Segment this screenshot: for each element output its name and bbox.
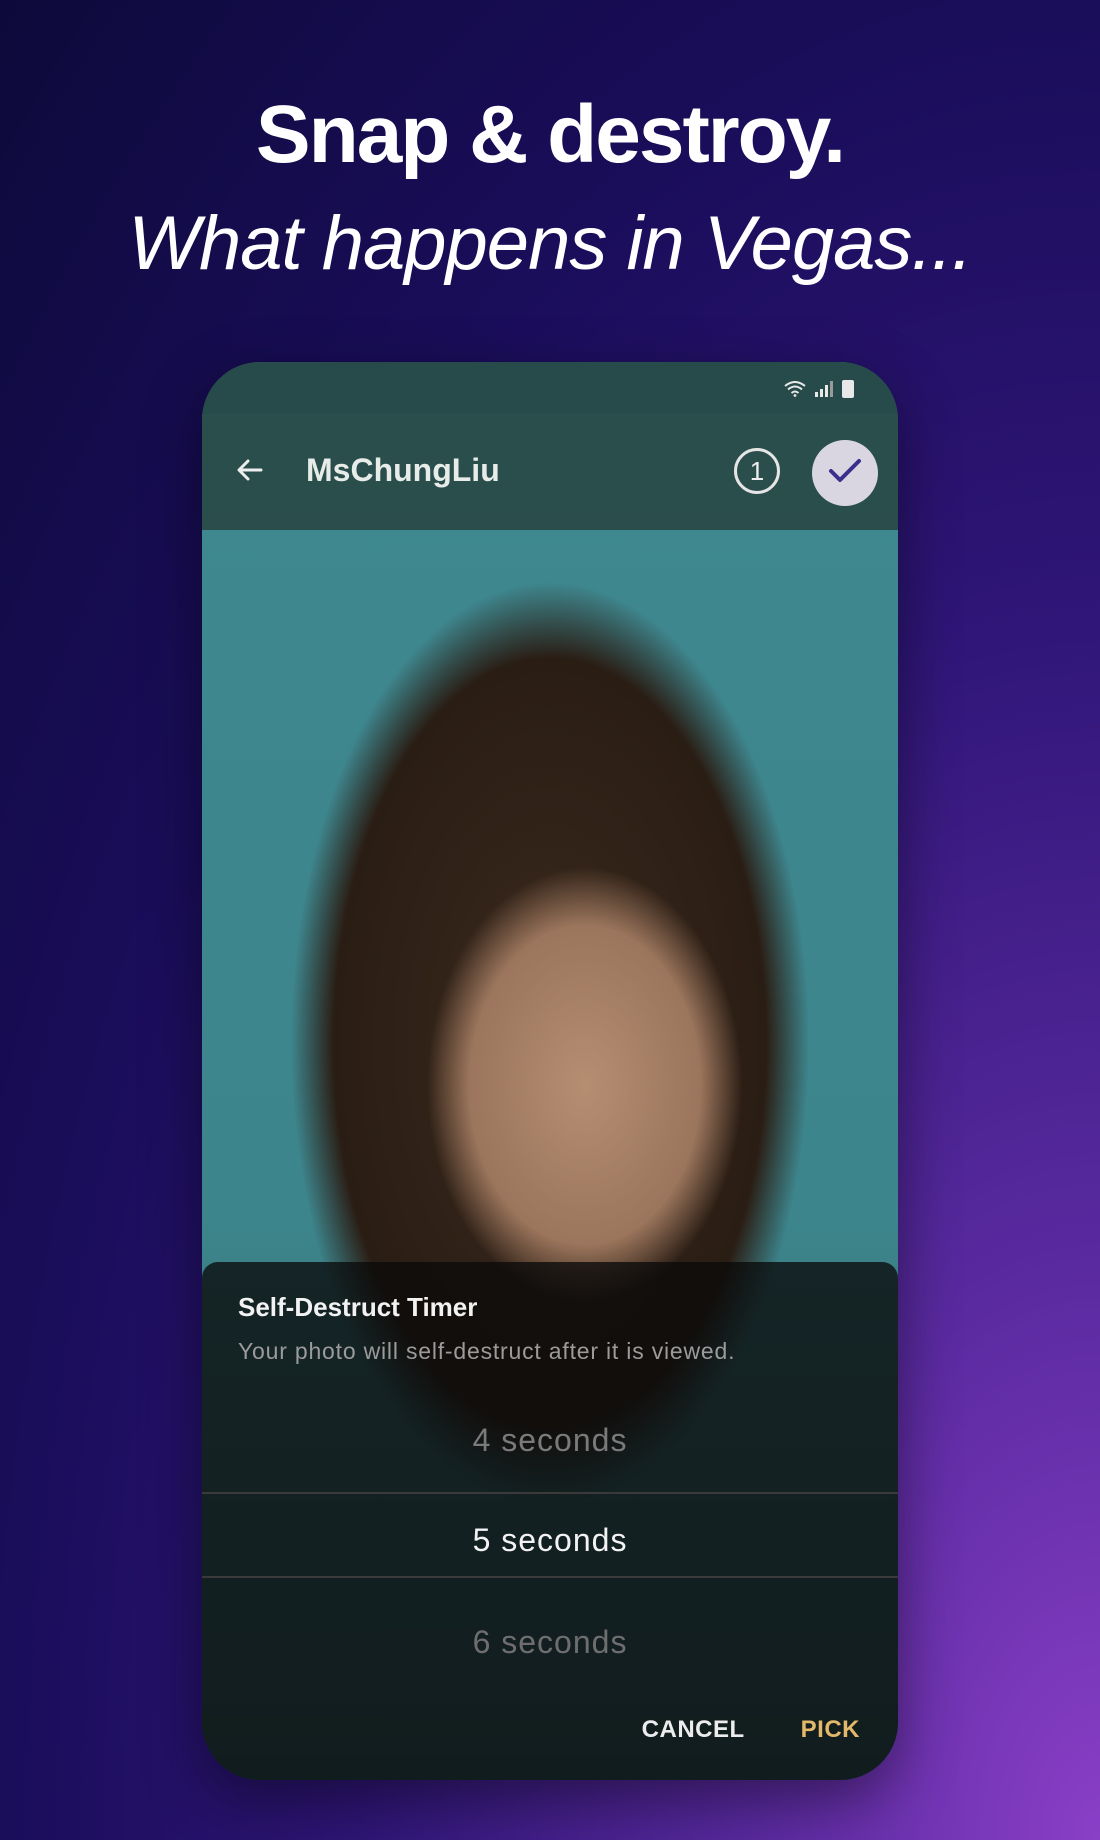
- picker-option[interactable]: 4 seconds: [202, 1422, 898, 1459]
- sheet-description: Your photo will self-destruct after it i…: [238, 1338, 736, 1364]
- back-button[interactable]: [222, 444, 278, 500]
- selection-count-badge[interactable]: 1: [734, 448, 780, 494]
- self-destruct-timer-sheet: Self-Destruct Timer Your photo will self…: [202, 1262, 898, 1780]
- pick-button[interactable]: PICK: [801, 1716, 860, 1744]
- send-button[interactable]: [812, 440, 878, 506]
- arrow-left-icon: [235, 455, 265, 490]
- contact-name: MsChungLiu: [306, 452, 500, 488]
- picker-option[interactable]: 6 seconds: [202, 1624, 898, 1661]
- hero-title: Snap & destroy.: [255, 89, 846, 180]
- app-bar: MsChungLiu 1: [202, 414, 898, 530]
- picker-option-selected[interactable]: 5 seconds: [202, 1522, 898, 1559]
- picker-divider: [202, 1492, 898, 1494]
- picker-divider: [202, 1576, 898, 1578]
- cancel-button[interactable]: CANCEL: [642, 1716, 745, 1744]
- phone-mockup: MsChungLiu 1 Self-Destruct Timer Your ph…: [202, 362, 898, 1780]
- signal-icon: [814, 381, 834, 397]
- battery-icon: [842, 380, 854, 398]
- sheet-title: Self-Destruct Timer: [238, 1292, 478, 1322]
- status-bar: [202, 362, 898, 414]
- sheet-actions: CANCEL PICK: [642, 1716, 860, 1744]
- hero-subtitle: What happens in Vegas...: [128, 201, 973, 286]
- check-icon: [827, 456, 863, 491]
- wifi-icon: [784, 381, 806, 397]
